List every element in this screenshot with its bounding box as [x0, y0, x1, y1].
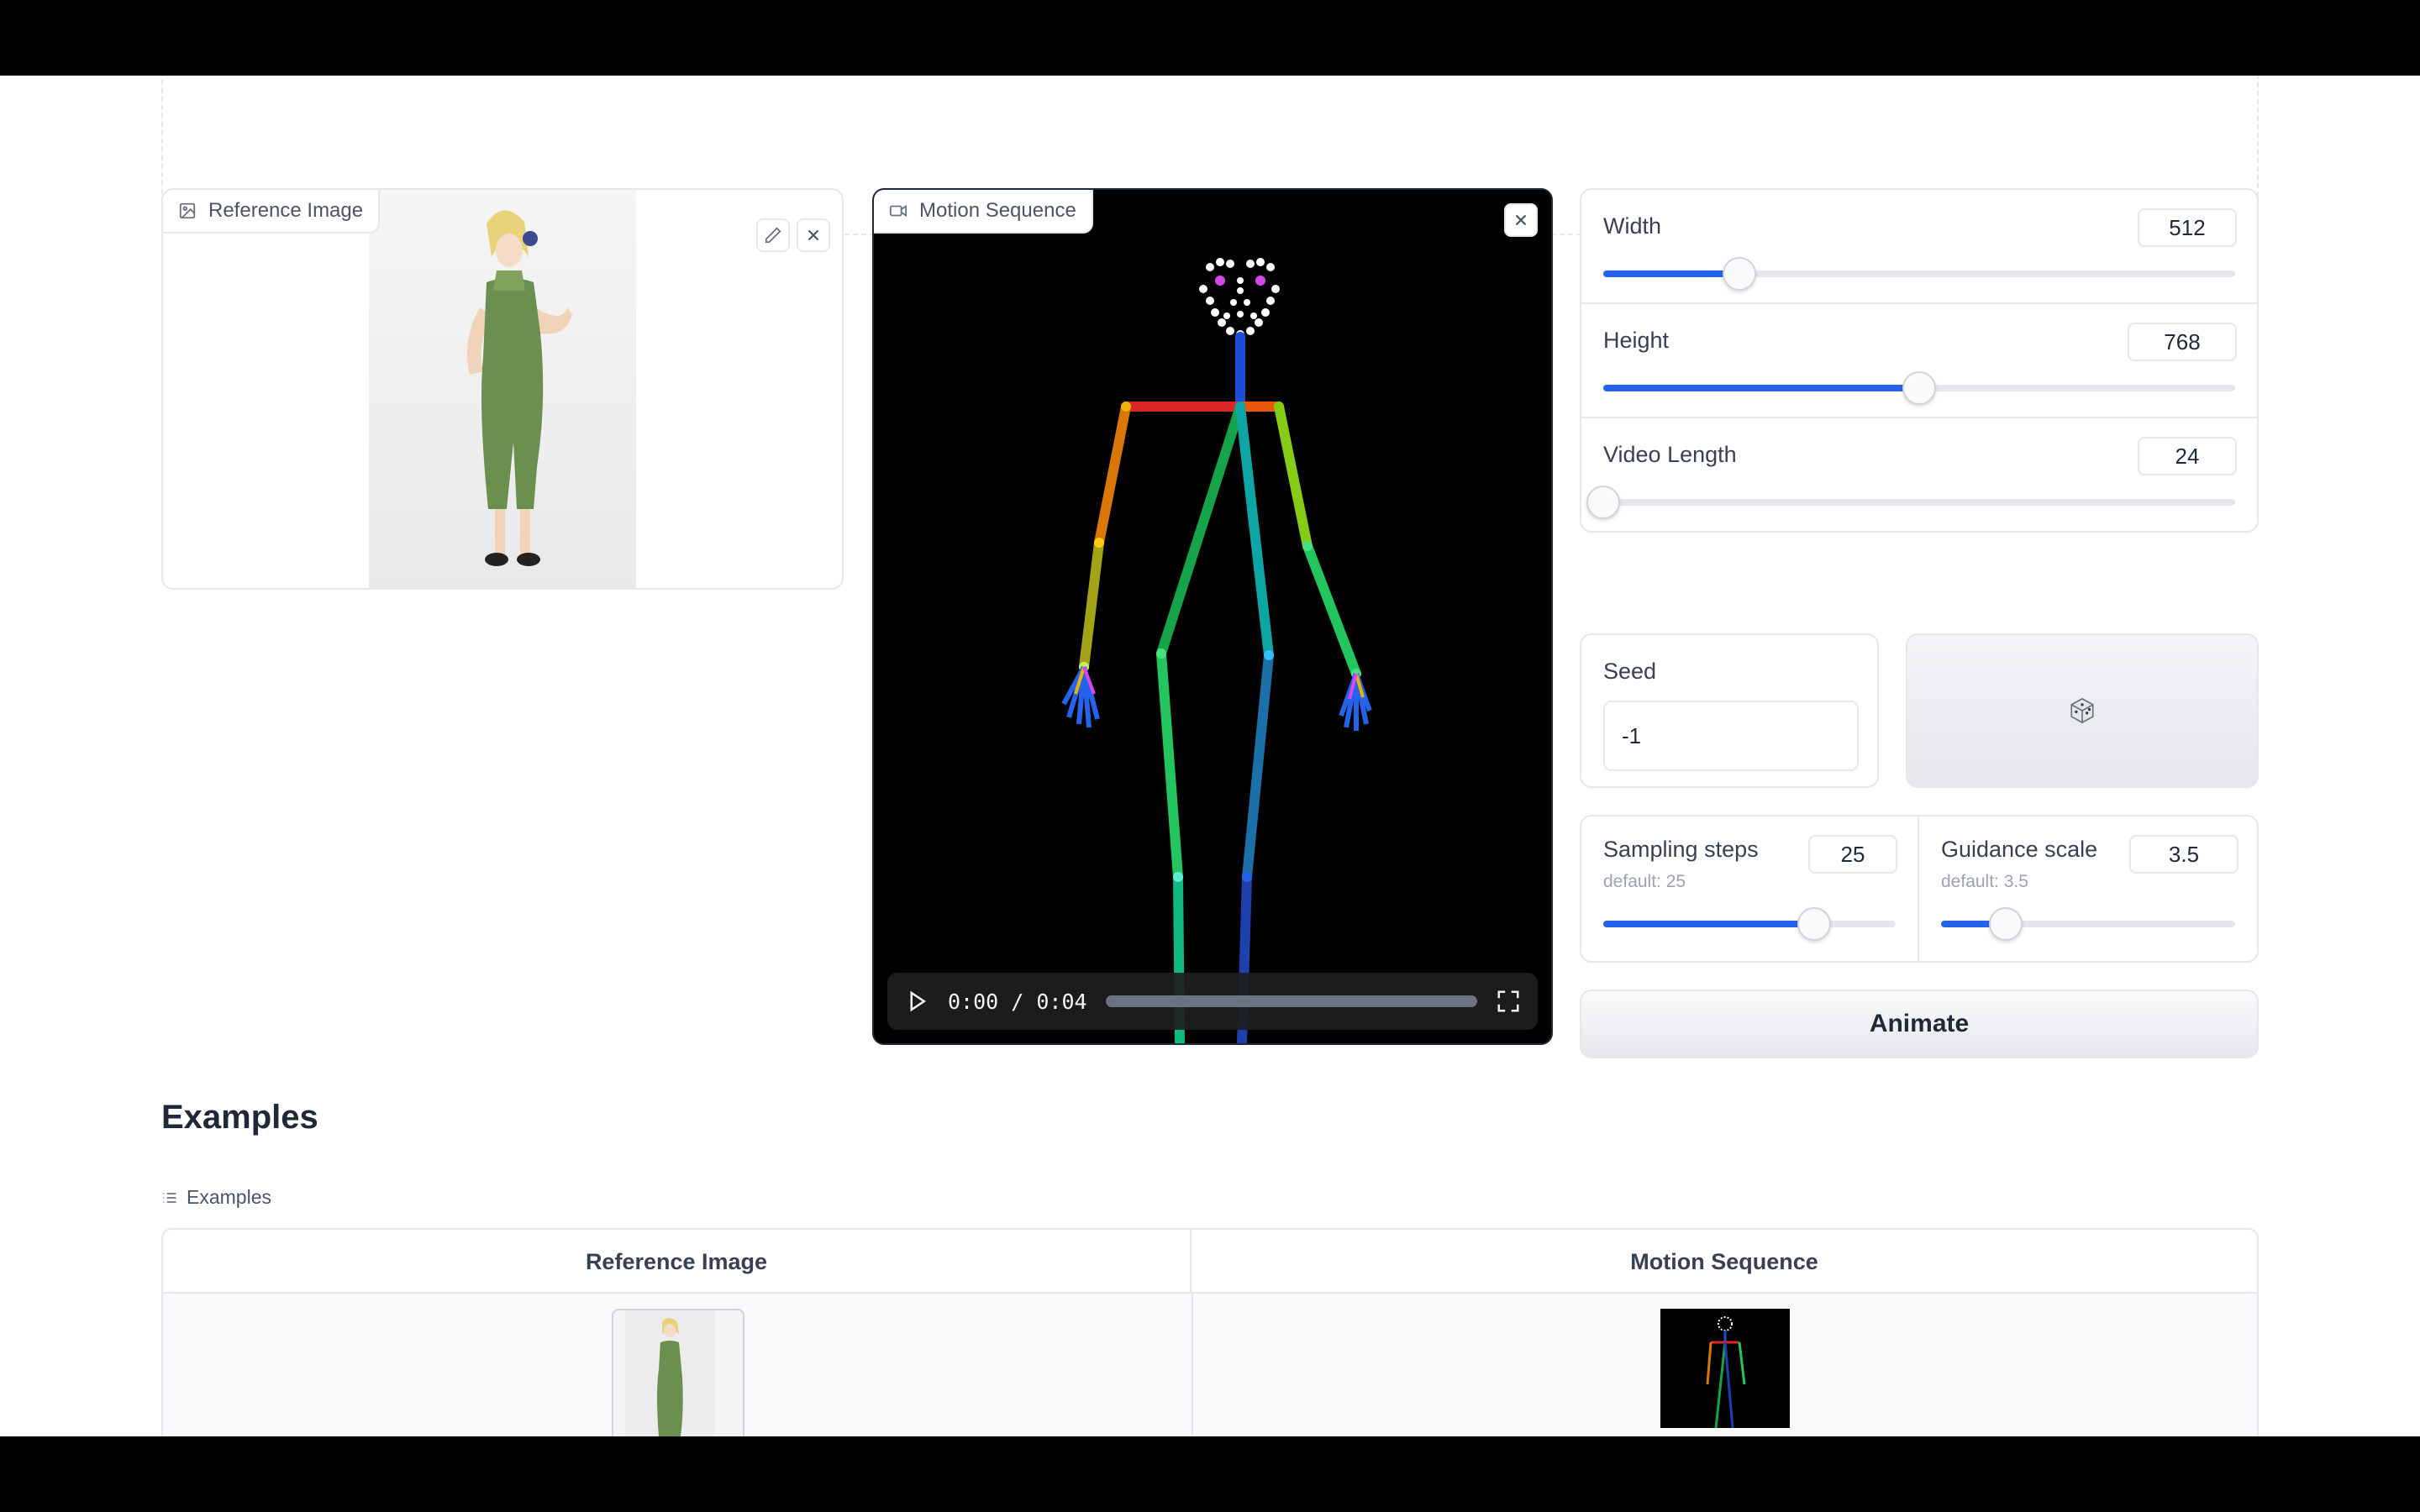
- reference-image-label: Reference Image: [208, 199, 364, 222]
- motion-sequence-label: Motion Sequence: [919, 199, 1076, 222]
- example-reference-thumbnail[interactable]: [612, 1309, 744, 1436]
- height-number-input[interactable]: 768: [2128, 323, 2237, 361]
- gradio-app: Reference Image Motion Sequence 0:00 / 0…: [0, 76, 2420, 1436]
- clear-image-button[interactable]: [797, 218, 830, 252]
- guidance-scale-slider-thumb[interactable]: [1989, 907, 2023, 941]
- pose-skeleton: [1061, 258, 1372, 1043]
- reference-image-tag: Reference Image: [163, 190, 381, 234]
- width-label: Width: [1603, 213, 1662, 239]
- guidance-scale-label: Guidance scale: [1941, 837, 2098, 862]
- animate-button[interactable]: Animate: [1580, 990, 2259, 1058]
- guidance-scale-default: default: 3.5: [1941, 872, 2028, 891]
- play-icon[interactable]: [904, 989, 929, 1014]
- examples-col-reference-image: Reference Image: [163, 1230, 1192, 1294]
- motion-sequence-tag: Motion Sequence: [874, 190, 1093, 234]
- sampling-steps-slider-thumb[interactable]: [1797, 907, 1831, 941]
- sampling-steps-default: default: 25: [1603, 872, 1686, 891]
- height-slider-fill: [1603, 385, 1919, 391]
- close-icon: [1515, 214, 1527, 226]
- examples-col-motion-sequence: Motion Sequence: [1630, 1248, 1818, 1274]
- close-icon: [808, 229, 819, 241]
- list-icon: [163, 1192, 176, 1203]
- seed-panel: Seed -1: [1580, 633, 1879, 788]
- example-row[interactable]: [163, 1294, 2257, 1436]
- edit-button[interactable]: [756, 218, 790, 252]
- height-slider-thumb[interactable]: [1902, 371, 1936, 405]
- pencil-icon: [765, 227, 781, 244]
- sampling-steps-number-input[interactable]: 25: [1808, 835, 1897, 874]
- width-slider-fill: [1603, 270, 1739, 277]
- example-skeleton: [1706, 1316, 1746, 1429]
- random-seed-button[interactable]: [1906, 633, 2259, 788]
- clear-video-button[interactable]: [1504, 203, 1538, 237]
- dice-icon: [2070, 697, 2094, 724]
- column-divider: [1192, 1294, 1193, 1436]
- reference-image-panel[interactable]: Reference Image: [161, 188, 844, 590]
- seed-input[interactable]: -1: [1603, 701, 1859, 771]
- video-progress-bar[interactable]: [1105, 995, 1477, 1007]
- height-slider-row: Height 768: [1581, 304, 2257, 418]
- height-label: Height: [1603, 328, 1670, 353]
- examples-heading: Examples: [161, 1099, 318, 1136]
- dimension-settings: Width 512 Height 768 Video Length 24: [1580, 188, 2259, 533]
- sampling-steps-label: Sampling steps: [1603, 837, 1759, 862]
- video-controls: 0:00 / 0:04: [887, 973, 1538, 1030]
- height-slider[interactable]: [1603, 371, 2235, 405]
- width-slider-row: Width 512: [1581, 190, 2257, 304]
- examples-label: Examples: [161, 1186, 271, 1209]
- character-figure: [466, 210, 572, 566]
- width-slider-thumb[interactable]: [1722, 257, 1756, 291]
- image-icon: [179, 202, 196, 219]
- sampling-steps-slider[interactable]: [1603, 907, 1896, 941]
- examples-header-row: Reference Image Motion Sequence: [163, 1230, 2257, 1294]
- reference-image: [369, 190, 636, 588]
- video-length-slider[interactable]: [1586, 486, 2235, 519]
- video-length-slider-thumb[interactable]: [1586, 486, 1620, 519]
- example-motion-thumbnail[interactable]: [1660, 1309, 1790, 1429]
- seed-label: Seed: [1603, 659, 1657, 684]
- examples-label-text: Examples: [187, 1186, 271, 1208]
- video-length-slider-row: Video Length 24: [1581, 418, 2257, 531]
- video-time: 0:00 / 0:04: [948, 989, 1087, 1014]
- guidance-scale-group: Guidance scale default: 3.5 3.5: [1919, 816, 2257, 961]
- video-length-number-input[interactable]: 24: [2138, 437, 2237, 475]
- video-icon: [889, 204, 908, 218]
- fullscreen-icon[interactable]: [1496, 989, 1521, 1014]
- sampling-panel: Sampling steps default: 25 25 Guidance s…: [1580, 815, 2259, 963]
- example-character-figure: [625, 1310, 714, 1436]
- sampling-steps-group: Sampling steps default: 25 25: [1581, 816, 1919, 961]
- guidance-scale-number-input[interactable]: 3.5: [2129, 835, 2238, 874]
- sampling-steps-slider-fill: [1603, 921, 1814, 927]
- width-number-input[interactable]: 512: [2138, 208, 2237, 247]
- video-length-label: Video Length: [1603, 442, 1737, 467]
- motion-sequence-panel[interactable]: Motion Sequence 0:00 / 0:04: [872, 188, 1553, 1045]
- width-slider[interactable]: [1603, 257, 2235, 291]
- guidance-scale-slider[interactable]: [1941, 907, 2235, 941]
- examples-table: Reference Image Motion Sequence: [161, 1228, 2259, 1436]
